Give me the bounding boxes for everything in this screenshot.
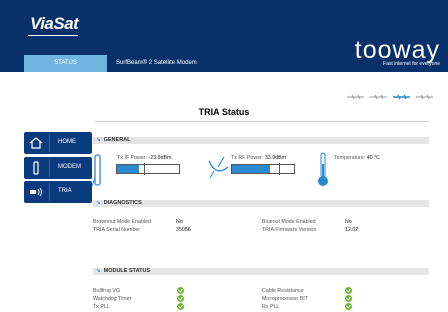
nav-home[interactable]: HOME — [24, 132, 92, 154]
thermometer-icon — [318, 152, 328, 186]
diagnostics-section-bar — [93, 200, 429, 207]
satellite-step-icon — [347, 94, 364, 100]
nav-modem[interactable]: MODEM — [24, 157, 92, 179]
firmware-value: 12.02 — [345, 227, 359, 233]
temperature-readout: Temperature: 40 °C — [334, 155, 380, 161]
satellite-dish-icon — [208, 156, 229, 179]
module-label: Bullfrog VG — [93, 288, 121, 294]
general-section-bar — [93, 137, 429, 144]
tx-if-label: Tx IF Power: — [117, 155, 148, 161]
blueout-label: Blueout Mode Enabled — [262, 219, 316, 225]
tx-if-power-fill — [117, 165, 139, 173]
tx-if-power-readout: Tx IF Power: -23.9dBm — [117, 155, 171, 161]
tx-rf-label: Tx RF Power: — [231, 155, 264, 161]
nav-separator — [49, 134, 50, 152]
ok-check-icon — [345, 303, 352, 310]
general-section-title: ↘ GENERAL — [96, 137, 131, 143]
title-divider — [95, 121, 429, 122]
nav-separator — [49, 159, 50, 177]
logo-underline — [28, 35, 78, 36]
viasat-logo: ViaSat — [30, 14, 79, 33]
module-status-title-text: MODULE STATUS — [103, 268, 151, 274]
header-bar: ViaSat tooway Fast internet for everyone… — [0, 0, 448, 72]
tria-icon — [30, 187, 42, 197]
temp-value: 40 °C — [366, 155, 381, 161]
diagnostics-section-title: ↘ DIAGNOSTICS — [96, 200, 142, 206]
page-title: TRIA Status — [198, 107, 250, 117]
tx-rf-value: 33.9dBm — [264, 155, 287, 161]
serial-value: 35056 — [176, 227, 191, 233]
tooway-tagline: Fast internet for everyone — [383, 61, 440, 67]
nav-tria[interactable]: TRIA — [24, 181, 92, 203]
section-arrow-icon: ↘ — [96, 268, 101, 274]
serial-label: TRIA Serial Number — [93, 227, 141, 233]
satellite-step-icon-active — [393, 94, 410, 100]
tx-rf-power-bar — [231, 163, 295, 175]
nav-label: HOME — [58, 139, 76, 145]
section-arrow-icon: ↘ — [96, 137, 101, 143]
satellite-steps — [346, 94, 434, 100]
nav-separator — [49, 183, 50, 201]
brownout-value: No — [176, 219, 183, 225]
nav-label: MODEM — [58, 164, 81, 170]
firmware-label: TRIA Firmware Version — [262, 227, 317, 233]
tx-if-power-bar — [116, 163, 180, 175]
ok-check-icon — [345, 287, 352, 294]
general-title-text: GENERAL — [103, 137, 131, 143]
satellite-step-icon — [416, 94, 433, 100]
nav-label: TRIA — [58, 188, 72, 194]
module-status-section-title: ↘ MODULE STATUS — [96, 268, 150, 274]
modem-icon — [33, 161, 39, 175]
satellite-step-icon — [370, 94, 387, 100]
ok-check-icon — [177, 287, 184, 294]
module-label: Tx PLL — [93, 304, 110, 310]
antenna-icon — [92, 154, 101, 187]
section-arrow-icon: ↘ — [96, 200, 101, 206]
module-label: Watchdog Timer — [93, 296, 132, 302]
module-label: Cable Resistance — [262, 288, 304, 294]
tx-rf-power-fill — [232, 165, 271, 173]
ok-check-icon — [177, 295, 184, 302]
tx-rf-power-readout: Tx RF Power: 33.9dBm — [231, 155, 286, 161]
tx-if-marker — [144, 163, 145, 175]
device-title: SurfBeam® 2 Satellite Modem — [116, 60, 197, 66]
tab-status[interactable]: STATUS — [24, 55, 107, 72]
diagnostics-title-text: DIAGNOSTICS — [103, 200, 142, 206]
tx-rf-marker — [279, 163, 280, 175]
temp-label: Temperature: — [334, 155, 366, 161]
house-icon — [29, 137, 43, 149]
blueout-value: No — [345, 219, 352, 225]
module-label: Microprocessor BIT — [262, 296, 308, 302]
module-label: Rx PLL — [262, 304, 280, 310]
tx-if-value: -23.9dBm — [148, 155, 172, 161]
ok-check-icon — [177, 303, 184, 310]
ok-check-icon — [345, 295, 352, 302]
brownout-label: Brownout Mode Enabled — [93, 219, 152, 225]
